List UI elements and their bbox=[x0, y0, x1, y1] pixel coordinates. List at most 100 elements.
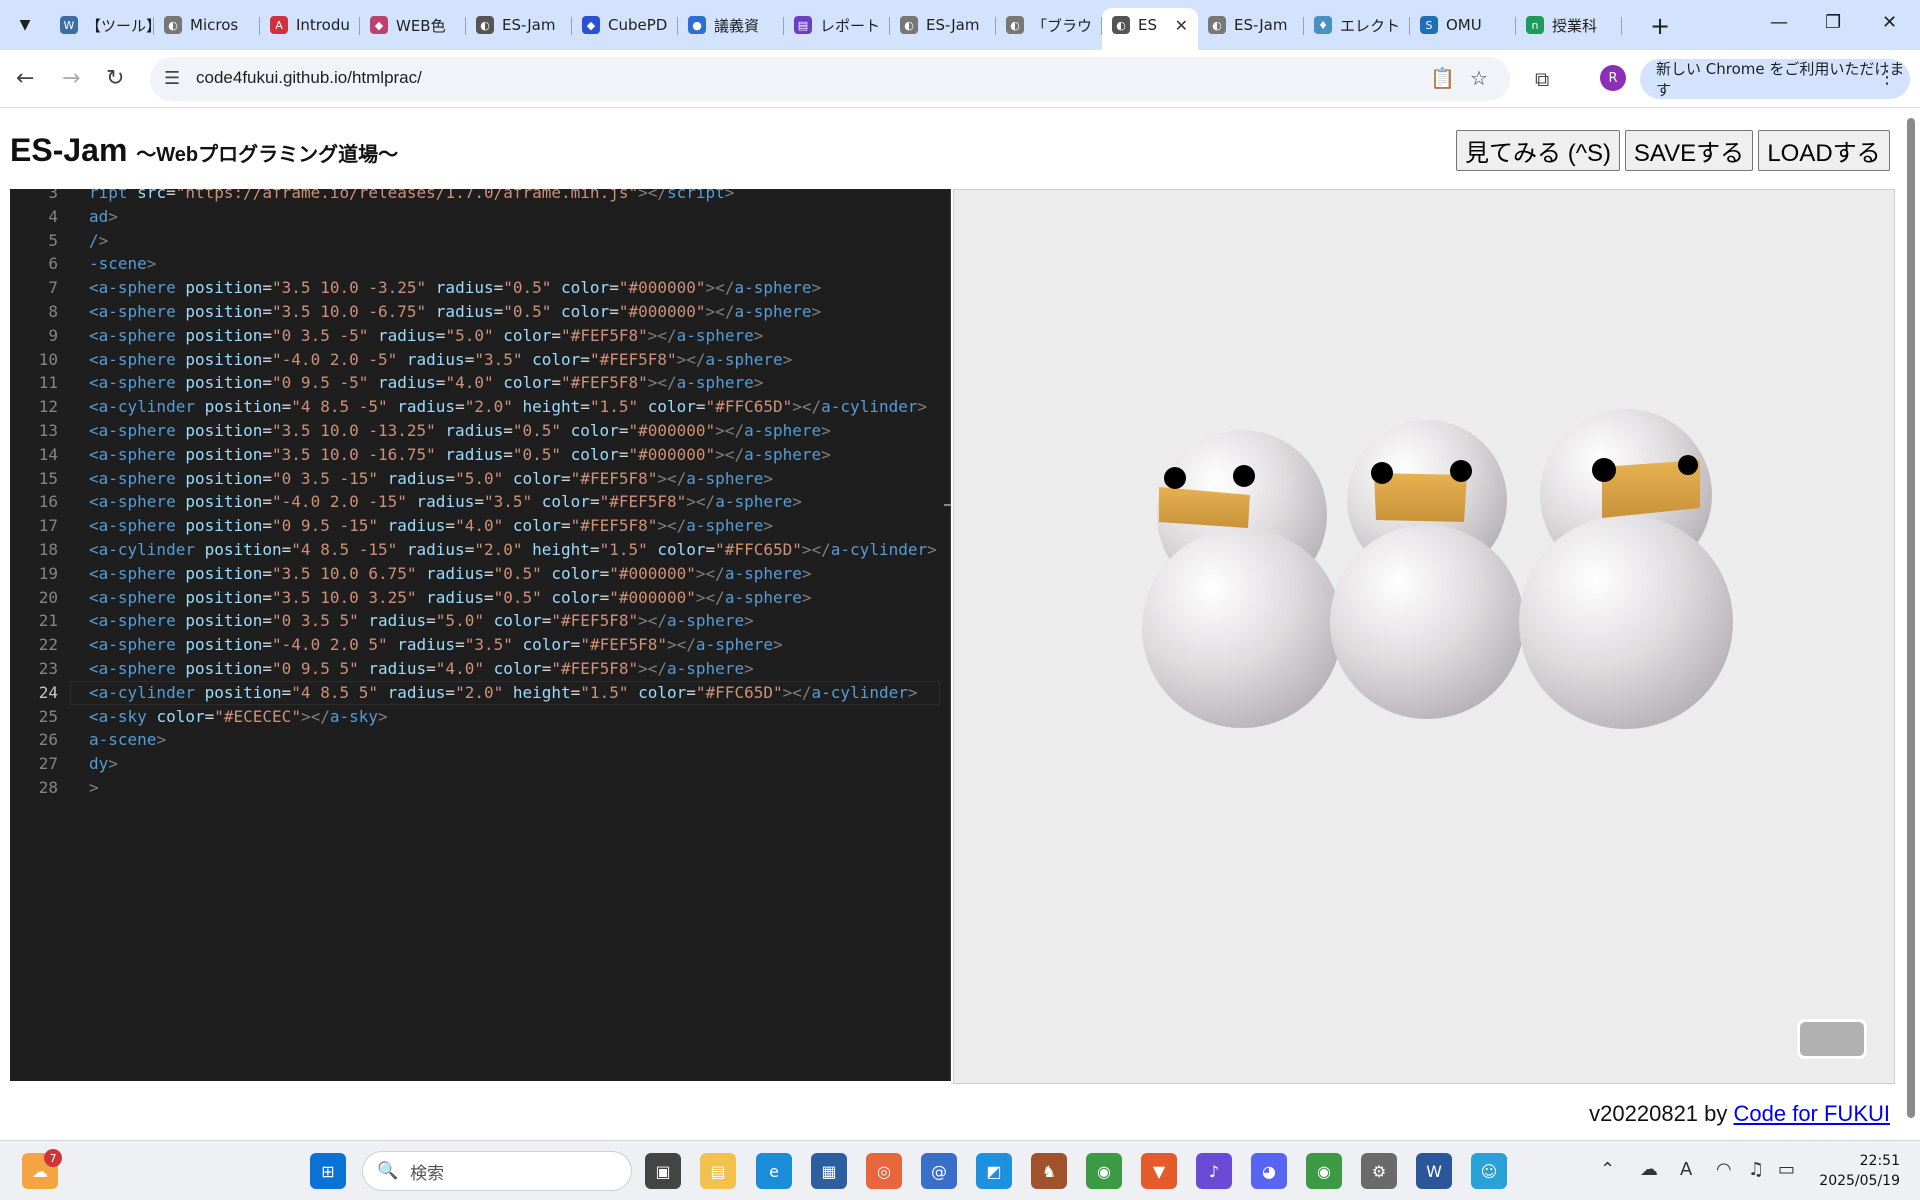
code-line[interactable]: 6 -scene> bbox=[10, 252, 940, 276]
tray-chevron-icon[interactable]: ⌃ bbox=[1600, 1159, 1615, 1180]
code-line[interactable]: 13 <a-sphere position="3.5 10.0 -13.25" r… bbox=[10, 419, 940, 443]
app-icon[interactable]: ◎ bbox=[866, 1153, 902, 1189]
close-window-icon[interactable]: ✕ bbox=[1882, 12, 1897, 33]
tab-0[interactable]: W 【ツール】 bbox=[50, 8, 154, 42]
word-icon[interactable]: W bbox=[1416, 1153, 1452, 1189]
tab-search-button[interactable]: ▼ bbox=[10, 10, 40, 40]
photos-icon[interactable]: ◩ bbox=[976, 1153, 1012, 1189]
tab-favicon-icon: ◐ bbox=[1208, 16, 1226, 34]
code-line[interactable]: 22 <a-sphere position="-4.0 2.0 5" radius… bbox=[10, 633, 940, 657]
code-line[interactable]: 3 ript src="https://aframe.io/releases/1.… bbox=[10, 189, 940, 205]
code-token: ></ bbox=[715, 444, 745, 464]
tab-4[interactable]: ◐ ES-Jam bbox=[466, 8, 572, 42]
code-line[interactable]: 5 /> bbox=[10, 229, 940, 253]
taskbar-search[interactable]: 🔍 検索 bbox=[362, 1151, 632, 1191]
tab-7[interactable]: ▤ レポート bbox=[784, 8, 890, 42]
preview-pane[interactable] bbox=[953, 189, 1895, 1084]
code-line[interactable]: 18 <a-cylinder position="4 8.5 -15" radiu… bbox=[10, 538, 940, 562]
bookmark-star-icon[interactable]: ☆ bbox=[1470, 66, 1488, 90]
code-line[interactable]: 9 <a-sphere position="0 3.5 -5" radius="5… bbox=[10, 324, 940, 348]
edge-icon[interactable]: e bbox=[756, 1153, 792, 1189]
discord-icon[interactable]: ◕ bbox=[1251, 1153, 1287, 1189]
code-line[interactable]: 12 <a-cylinder position="4 8.5 -5" radius… bbox=[10, 395, 940, 419]
task-view-icon[interactable]: ▣ bbox=[645, 1153, 681, 1189]
code-line[interactable]: 14 <a-sphere position="3.5 10.0 -16.75" r… bbox=[10, 443, 940, 467]
code-line[interactable]: 16 <a-sphere position="-4.0 2.0 -15" radi… bbox=[10, 490, 940, 514]
clock[interactable]: 22:51 2025/05/19 bbox=[1819, 1151, 1900, 1191]
code-line[interactable]: 19 <a-sphere position="3.5 10.0 6.75" rad… bbox=[10, 562, 940, 586]
view-button[interactable]: 見てみる (^S) bbox=[1456, 130, 1620, 171]
tab-1[interactable]: ◐ Micros bbox=[154, 8, 260, 42]
restore-icon[interactable]: ❐ bbox=[1825, 12, 1841, 33]
start-icon[interactable]: ⊞ bbox=[310, 1153, 346, 1189]
tab-favicon-icon: ● bbox=[688, 16, 706, 34]
mail-icon[interactable]: @ bbox=[921, 1153, 957, 1189]
tab-6[interactable]: ● 議義資 bbox=[678, 8, 784, 42]
reload-icon[interactable]: ↻ bbox=[106, 66, 124, 91]
back-icon[interactable]: ← bbox=[16, 66, 34, 91]
code-line[interactable]: 27 dy> bbox=[10, 752, 940, 776]
code-line[interactable]: 8 <a-sphere position="3.5 10.0 -6.75" rad… bbox=[10, 300, 940, 324]
tab-3[interactable]: ◆ WEB色 bbox=[360, 8, 466, 42]
store-icon[interactable]: ▦ bbox=[811, 1153, 847, 1189]
page-scrollbar[interactable] bbox=[1902, 108, 1920, 1138]
code-line[interactable]: 20 <a-sphere position="3.5 10.0 3.25" rad… bbox=[10, 586, 940, 610]
clipboard-icon[interactable]: 📋 bbox=[1430, 66, 1455, 90]
music-icon[interactable]: ♪ bbox=[1196, 1153, 1232, 1189]
chrome-update-button[interactable]: 新しい Chrome をご利用いただけます ⋮ bbox=[1640, 59, 1910, 99]
profile-avatar[interactable]: R bbox=[1600, 65, 1626, 91]
tab-9[interactable]: ◐ 「ブラウ bbox=[996, 8, 1102, 42]
tab-11[interactable]: ◐ ES-Jam bbox=[1198, 8, 1304, 42]
new-tab-button[interactable]: + bbox=[1650, 12, 1670, 40]
ime-icon[interactable]: A bbox=[1680, 1159, 1692, 1180]
load-button[interactable]: LOADする bbox=[1758, 130, 1890, 171]
line-number: 27 bbox=[38, 754, 58, 774]
address-bar[interactable]: ☰ code4fukui.github.io/htmlprac/ 📋 ☆ bbox=[150, 57, 1510, 101]
tab-10[interactable]: ◐ ES ✕ bbox=[1102, 8, 1198, 50]
wifi-icon[interactable]: ◠ bbox=[1716, 1159, 1732, 1180]
code-line[interactable]: 25 <a-sky color="#ECECEC"></a-sky> bbox=[10, 705, 940, 729]
tab-5[interactable]: ◆ CubePD bbox=[572, 8, 678, 42]
network-warning-icon[interactable]: ☁ bbox=[1640, 1159, 1658, 1180]
site-settings-icon[interactable]: ☰ bbox=[164, 68, 180, 89]
url-text[interactable]: code4fukui.github.io/htmlprac/ bbox=[196, 68, 422, 88]
close-tab-icon[interactable]: ✕ bbox=[1175, 16, 1188, 35]
tab-12[interactable]: ♦ エレクト bbox=[1304, 8, 1410, 42]
code-line[interactable]: 28 > bbox=[10, 776, 940, 800]
page-scrollbar-thumb[interactable] bbox=[1907, 118, 1915, 1118]
code-text: <a-sphere position="0 9.5 -5" radius="4.… bbox=[89, 371, 763, 395]
code-line[interactable]: 26 a-scene> bbox=[10, 728, 940, 752]
forward-icon[interactable]: → bbox=[62, 66, 80, 91]
code-line[interactable]: 21 <a-sphere position="0 3.5 5" radius="5… bbox=[10, 609, 940, 633]
code-editor[interactable]: 3 ript src="https://aframe.io/releases/1.… bbox=[10, 189, 951, 1081]
code-line[interactable]: 7 <a-sphere position="3.5 10.0 -3.25" rad… bbox=[10, 276, 940, 300]
app-chat-icon[interactable]: ☺ bbox=[1471, 1153, 1507, 1189]
code-line[interactable]: 15 <a-sphere position="0 3.5 -15" radius=… bbox=[10, 467, 940, 491]
code-token: = bbox=[541, 659, 552, 678]
chrome-icon[interactable]: ◉ bbox=[1086, 1153, 1122, 1189]
volume-icon[interactable]: ♫ bbox=[1748, 1159, 1764, 1180]
game-icon[interactable]: ♞ bbox=[1031, 1153, 1067, 1189]
minimize-icon[interactable]: — bbox=[1770, 12, 1788, 33]
menu-dots-icon[interactable]: ⋮ bbox=[1878, 67, 1896, 88]
tab-14[interactable]: n 授業科 bbox=[1516, 8, 1622, 42]
save-button[interactable]: SAVEする bbox=[1625, 130, 1753, 171]
footer-link[interactable]: Code for FUKUI bbox=[1734, 1101, 1891, 1126]
tab-2[interactable]: A Introdu bbox=[260, 8, 360, 42]
extensions-icon[interactable]: ⧉ bbox=[1535, 67, 1549, 91]
tab-8[interactable]: ◐ ES-Jam bbox=[890, 8, 996, 42]
code-line[interactable]: 24 <a-cylinder position="4 8.5 5" radius=… bbox=[10, 681, 940, 705]
code-line[interactable]: 10 <a-sphere position="-4.0 2.0 -5" radiu… bbox=[10, 348, 940, 372]
code-line[interactable]: 17 <a-sphere position="0 9.5 -15" radius=… bbox=[10, 514, 940, 538]
fullscreen-icon[interactable] bbox=[1797, 1019, 1867, 1059]
settings-icon[interactable]: ⚙ bbox=[1361, 1153, 1397, 1189]
code-line[interactable]: 11 <a-sphere position="0 9.5 -5" radius="… bbox=[10, 371, 940, 395]
file-explorer-icon[interactable]: ▤ bbox=[700, 1153, 736, 1189]
code-token: = bbox=[580, 349, 590, 369]
code-line[interactable]: 4 ad> bbox=[10, 205, 940, 229]
tab-13[interactable]: S OMU bbox=[1410, 8, 1516, 42]
brave-icon[interactable]: ▼ bbox=[1141, 1153, 1177, 1189]
battery-icon[interactable]: ▭ bbox=[1778, 1159, 1795, 1180]
chrome-profile-icon[interactable]: ◉ bbox=[1306, 1153, 1342, 1189]
code-line[interactable]: 23 <a-sphere position="0 9.5 5" radius="4… bbox=[10, 657, 940, 681]
